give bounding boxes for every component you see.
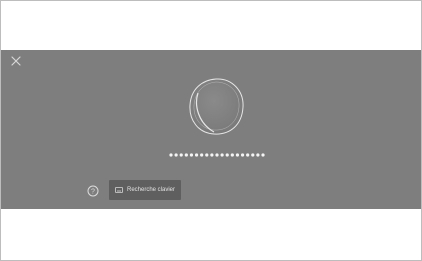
password-dot: [256, 153, 260, 157]
help-icon[interactable]: ?: [87, 184, 99, 197]
password-dot: [220, 153, 224, 157]
password-dot: [251, 153, 255, 157]
password-dot: [240, 153, 245, 157]
password-dot: [246, 153, 250, 157]
password-dot: [230, 153, 234, 157]
password-dot: [169, 153, 173, 157]
password-dot: [174, 153, 178, 157]
password-dialog-overlay: ? Recherche clavier: [1, 50, 421, 209]
search-keyboard-label: Recherche clavier: [127, 187, 176, 193]
password-dot: [235, 153, 240, 157]
svg-text:?: ?: [91, 188, 95, 195]
password-dot: [205, 153, 209, 157]
password-dots: [169, 153, 265, 157]
search-keyboard-button[interactable]: Recherche clavier: [109, 180, 181, 200]
keyboard-icon: [115, 187, 123, 193]
password-dot: [194, 153, 199, 157]
password-dot: [261, 153, 265, 157]
password-dot: [215, 153, 219, 157]
password-dot: [225, 153, 229, 157]
masked-password-field[interactable]: [169, 146, 265, 157]
password-dot: [179, 153, 183, 157]
password-dot: [210, 153, 214, 157]
close-icon[interactable]: [10, 55, 22, 67]
password-dot: [184, 153, 188, 157]
password-dot: [189, 153, 194, 157]
password-dot: [200, 153, 204, 157]
orb-icon: [186, 75, 246, 138]
